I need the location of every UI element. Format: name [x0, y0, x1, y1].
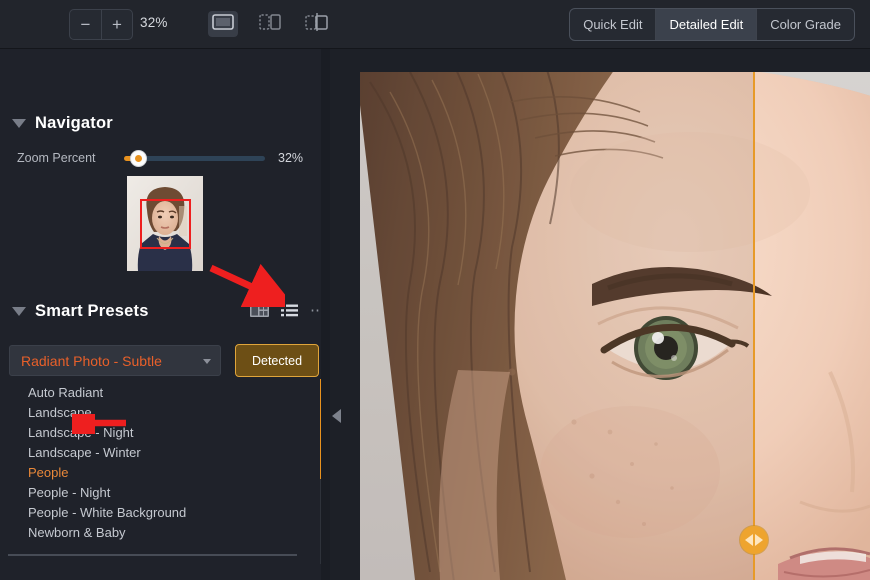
list-item[interactable]: People - White Background — [0, 503, 321, 523]
top-toolbar: − + 32% Quick Edit Detailed Edit Color G… — [0, 0, 870, 49]
section-divider — [8, 554, 297, 556]
list-item[interactable]: People - Night — [0, 483, 321, 503]
zoom-stepper: − + — [69, 9, 133, 40]
smart-preset-dropdown-value: Radiant Photo - Subtle — [21, 353, 162, 369]
before-after-split-line[interactable] — [753, 72, 755, 580]
grid-view-icon[interactable] — [250, 304, 269, 317]
arrow-right-icon — [755, 534, 763, 546]
smart-presets-section-header[interactable]: Smart Presets — [12, 302, 149, 321]
zoom-slider-track[interactable] — [131, 156, 265, 161]
edit-mode-tabs: Quick Edit Detailed Edit Color Grade — [569, 8, 855, 41]
smart-preset-dropdown[interactable]: Radiant Photo - Subtle — [9, 345, 221, 376]
tab-quick-edit[interactable]: Quick Edit — [570, 9, 657, 40]
list-view-icon[interactable] — [281, 304, 298, 317]
zoom-percent-label: Zoom Percent — [17, 151, 96, 165]
split-view-icon — [305, 12, 329, 36]
chevron-down-icon — [203, 359, 211, 364]
zoom-in-button[interactable]: + — [101, 9, 133, 40]
navigator-thumbnail[interactable] — [127, 176, 203, 271]
tab-color-grade[interactable]: Color Grade — [757, 9, 854, 40]
single-view-button[interactable] — [208, 11, 238, 37]
smart-presets-header-icons: ⋯ — [250, 303, 327, 318]
navigator-crop-rect[interactable] — [140, 199, 191, 249]
list-item-people[interactable]: People — [0, 463, 321, 483]
photo-preview[interactable] — [360, 72, 870, 580]
zoom-percent-value: 32% — [278, 151, 304, 165]
list-item[interactable]: Landscape - Night — [0, 423, 321, 443]
image-canvas-area — [344, 49, 870, 580]
view-mode-group — [208, 11, 332, 37]
zoom-slider-handle[interactable] — [130, 150, 147, 167]
before-after-split-handle[interactable] — [740, 526, 768, 554]
navigator-section-header[interactable]: Navigator — [12, 114, 113, 133]
smart-presets-title: Smart Presets — [35, 302, 149, 320]
list-item[interactable]: Auto Radiant — [0, 383, 321, 403]
left-panel: Navigator Zoom Percent 32% Smart Presets… — [0, 49, 330, 580]
panel-right-edge — [321, 49, 330, 580]
zoom-out-button[interactable]: − — [69, 9, 101, 40]
detected-button[interactable]: Detected — [235, 344, 319, 377]
panel-collapse-handle[interactable] — [330, 49, 344, 580]
navigator-title: Navigator — [35, 114, 113, 132]
tab-detailed-edit[interactable]: Detailed Edit — [656, 9, 758, 40]
zoom-level-value: 32% — [140, 15, 168, 30]
list-item[interactable]: Landscape - Winter — [0, 443, 321, 463]
navigator-disclosure-triangle-icon[interactable] — [12, 119, 26, 128]
collapse-left-triangle-icon — [332, 409, 341, 423]
arrow-left-icon — [745, 534, 753, 546]
portrait-photo-image — [360, 72, 870, 580]
smart-presets-disclosure-triangle-icon[interactable] — [12, 307, 26, 316]
list-item[interactable]: Landscape — [0, 403, 321, 423]
smart-preset-list: Auto Radiant Landscape Landscape - Night… — [0, 383, 321, 543]
side-by-side-view-button[interactable] — [255, 11, 285, 37]
side-by-side-view-icon — [259, 13, 281, 35]
list-item[interactable]: Newborn & Baby — [0, 523, 321, 543]
single-view-icon — [212, 13, 234, 35]
split-view-button[interactable] — [302, 11, 332, 37]
